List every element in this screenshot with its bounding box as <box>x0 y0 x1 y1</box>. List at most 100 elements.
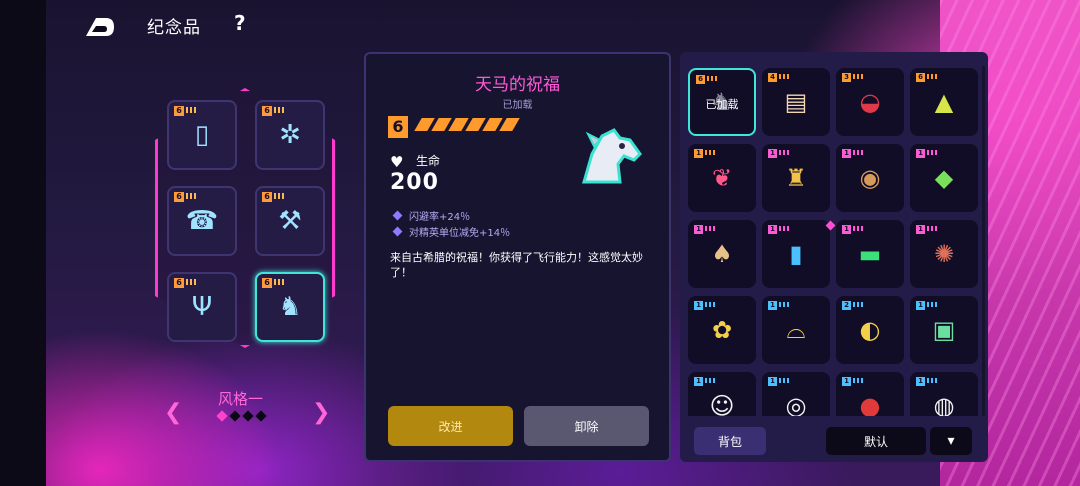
style-page-dot[interactable] <box>255 410 267 422</box>
upgrade-stars <box>414 118 520 131</box>
inventory-panel: 6 ♞ 已加载 4 ▤ 3 ◒ 6 ▲ 1 ❦ 1 ♜ 1 ◉ 1 ◆ 1 ♠ 1 ▮ 1 ▬ 1 ✺ 1 ✿ 1 ⌓ 2 ◐ 1 ▣ 1 ☺ 1 ◎ 1… <box>680 52 988 462</box>
style-label: 风格一 <box>218 390 264 408</box>
help-button[interactable]: ? <box>234 11 246 35</box>
lucky-cat-icon: ☺ <box>709 392 735 416</box>
style-next-button[interactable]: ❯ <box>312 400 330 425</box>
rank-pips <box>927 226 939 231</box>
bonus-line: 闪避率+24％ <box>392 208 470 223</box>
tier-badge: 3 <box>842 73 851 82</box>
tier-badge: 1 <box>694 301 703 310</box>
souvenir-slot-board: 6 ▯ 6 ✲ 6 ☎ 6 ⚒ 6 Ψ 6 ♞ <box>145 78 350 368</box>
rank-pips <box>705 302 717 307</box>
rank-pips <box>927 378 939 383</box>
spider-mask-icon: ● <box>859 392 881 416</box>
rank-pips <box>186 107 198 113</box>
rank-pips <box>186 279 198 285</box>
inventory-item[interactable]: 6 ♞ 已加载 <box>688 68 756 136</box>
inventory-item[interactable]: 1 ♠ <box>688 220 756 288</box>
inventory-item[interactable]: 1 ☺ <box>688 372 756 416</box>
rank-pips <box>274 193 286 199</box>
tier-badge: 1 <box>768 225 777 234</box>
tier-badge: 1 <box>694 149 703 158</box>
inventory-item[interactable]: 4 ▤ <box>762 68 830 136</box>
golden-trophy-icon: ♜ <box>785 164 807 192</box>
telephone-icon: ☎ <box>185 206 219 236</box>
souvenir-slot[interactable]: 6 ✲ <box>255 100 325 170</box>
inventory-item[interactable]: 1 ◍ <box>910 372 978 416</box>
back-button[interactable] <box>82 12 116 38</box>
inventory-item[interactable]: 1 ✿ <box>688 296 756 364</box>
inventory-item[interactable]: 1 ✺ <box>910 220 978 288</box>
inventory-item[interactable]: 1 ❦ <box>688 144 756 212</box>
inventory-item[interactable]: 1 ◉ <box>836 144 904 212</box>
rank-pips <box>186 193 198 199</box>
rank-pips <box>705 150 717 155</box>
flower-icon: ✿ <box>711 316 733 344</box>
wrench-icon: ⚒ <box>278 206 302 236</box>
inventory-item[interactable]: 1 ▣ <box>910 296 978 364</box>
sort-order-button[interactable]: ▾ <box>930 427 972 455</box>
rank-pips <box>779 74 791 79</box>
rank-pips <box>274 279 286 285</box>
tier-badge: 1 <box>842 377 851 386</box>
souvenir-slot[interactable]: 6 ☎ <box>167 186 237 256</box>
game-console-icon: ▮ <box>789 240 803 268</box>
stat-value: 200 <box>390 170 439 195</box>
rank-pips <box>779 226 791 231</box>
souvenir-slot[interactable]: 6 ▯ <box>167 100 237 170</box>
equipped-status: 已加载 <box>502 100 533 111</box>
inventory-item[interactable]: 3 ◒ <box>836 68 904 136</box>
tier-badge: 1 <box>916 301 925 310</box>
style-page-dot[interactable] <box>216 410 228 422</box>
rank-pips <box>705 226 717 231</box>
inventory-item[interactable]: 1 ◎ <box>762 372 830 416</box>
pegasus-icon <box>574 124 646 190</box>
rank-pips <box>927 150 939 155</box>
upgrade-button[interactable]: 改进 <box>388 406 513 446</box>
rank-pips <box>779 150 791 155</box>
souvenir-slot[interactable]: 6 ⚒ <box>255 186 325 256</box>
inventory-scrollbar[interactable] <box>982 66 985 416</box>
souvenir-description: 来自古希腊的祝福！你获得了飞行能力！这感觉太妙了！ <box>390 251 643 279</box>
inventory-item[interactable]: 6 ▲ <box>910 68 978 136</box>
phone-icon: ▯ <box>194 120 210 150</box>
rank-pips <box>707 76 719 81</box>
style-page-indicator <box>216 410 267 422</box>
inventory-item[interactable]: 2 ◐ <box>836 296 904 364</box>
style-prev-button[interactable]: ❮ <box>164 400 182 425</box>
inventory-item[interactable]: 1 ▬ <box>836 220 904 288</box>
tier-badge: 6 <box>174 106 184 116</box>
back-arrow-icon <box>86 18 114 36</box>
inventory-item[interactable]: 1 ◆ <box>910 144 978 212</box>
tier-badge: 1 <box>916 225 925 234</box>
helmet-icon: ◐ <box>859 316 881 344</box>
eye-icon: ◎ <box>785 392 807 416</box>
tier-badge: 1 <box>768 301 777 310</box>
bag-tab-button[interactable]: 背包 <box>694 427 766 455</box>
stat-label: 生命 <box>416 154 441 168</box>
rank-pips <box>705 378 717 383</box>
inventory-item[interactable]: 1 ● <box>836 372 904 416</box>
inventory-item[interactable]: 1 ♜ <box>762 144 830 212</box>
souvenir-slot[interactable]: 6 ♞ <box>255 272 325 342</box>
pegasus-icon: ♞ <box>278 292 302 322</box>
new-item-marker <box>825 220 836 231</box>
tier-badge: 6 <box>174 192 184 202</box>
default-sort-button[interactable]: 默认 <box>826 427 926 455</box>
upgrade-star-icon <box>499 118 520 131</box>
inventory-item[interactable]: 1 ⌓ <box>762 296 830 364</box>
style-page-dot[interactable] <box>242 410 254 422</box>
bullet-diamond-icon <box>392 210 403 221</box>
tier-badge: 6 <box>696 75 705 84</box>
beetle-icon: ✺ <box>933 240 955 268</box>
scroll-icon: ▤ <box>784 88 808 116</box>
tier-badge: 1 <box>694 377 703 386</box>
tier-badge: 4 <box>768 73 777 82</box>
souvenir-slot[interactable]: 6Ψ <box>167 272 237 342</box>
tier-badge: 1 <box>916 149 925 158</box>
rank-pips <box>853 226 865 231</box>
style-page-dot[interactable] <box>229 410 241 422</box>
bonus-line: 对精英单位减免+14％ <box>392 224 510 239</box>
inventory-item[interactable]: 1 ▮ <box>762 220 836 288</box>
remove-button[interactable]: 卸除 <box>524 406 649 446</box>
